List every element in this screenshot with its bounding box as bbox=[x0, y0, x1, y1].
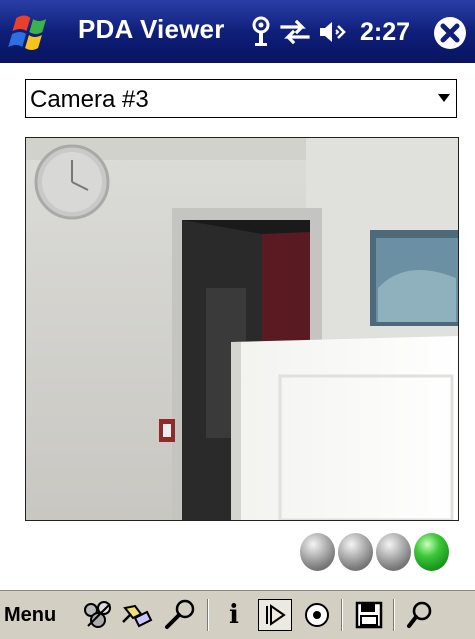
app-title: PDA Viewer bbox=[78, 14, 225, 44]
status-indicator-4-active bbox=[414, 533, 449, 571]
windows-start-icon[interactable] bbox=[4, 6, 54, 56]
network-icon[interactable] bbox=[81, 599, 117, 631]
status-indicator-1 bbox=[300, 533, 335, 571]
speaker-icon[interactable] bbox=[318, 19, 348, 45]
zoom-icon[interactable] bbox=[403, 599, 437, 631]
camera-select-value: Camera #3 bbox=[30, 86, 149, 113]
settings-wrench-icon[interactable] bbox=[162, 599, 198, 631]
toolbar-divider bbox=[207, 599, 208, 631]
sync-arrows-icon[interactable] bbox=[280, 19, 310, 45]
system-tray: 2:27 bbox=[250, 10, 410, 54]
toolbar-divider bbox=[341, 599, 342, 631]
chevron-down-icon[interactable] bbox=[438, 94, 450, 102]
close-icon[interactable] bbox=[433, 16, 467, 50]
camera-video-feed[interactable] bbox=[25, 137, 459, 521]
camera-select[interactable]: Camera #3 bbox=[25, 79, 457, 118]
save-icon[interactable] bbox=[352, 599, 386, 631]
tools-icon[interactable] bbox=[120, 599, 156, 631]
title-bar: PDA Viewer 2:27 bbox=[0, 0, 475, 63]
record-icon[interactable] bbox=[300, 599, 334, 631]
bottom-toolbar: Menu i bbox=[0, 590, 475, 639]
status-indicator-3 bbox=[376, 533, 411, 571]
info-icon[interactable]: i bbox=[222, 599, 246, 631]
play-icon[interactable] bbox=[258, 599, 292, 631]
camera-frame-image bbox=[26, 138, 458, 520]
status-indicators bbox=[300, 533, 449, 571]
menu-button[interactable]: Menu bbox=[4, 599, 56, 631]
clock[interactable]: 2:27 bbox=[360, 18, 410, 47]
toolbar-divider bbox=[393, 599, 394, 631]
status-indicator-2 bbox=[338, 533, 373, 571]
connectivity-icon[interactable] bbox=[250, 16, 272, 48]
